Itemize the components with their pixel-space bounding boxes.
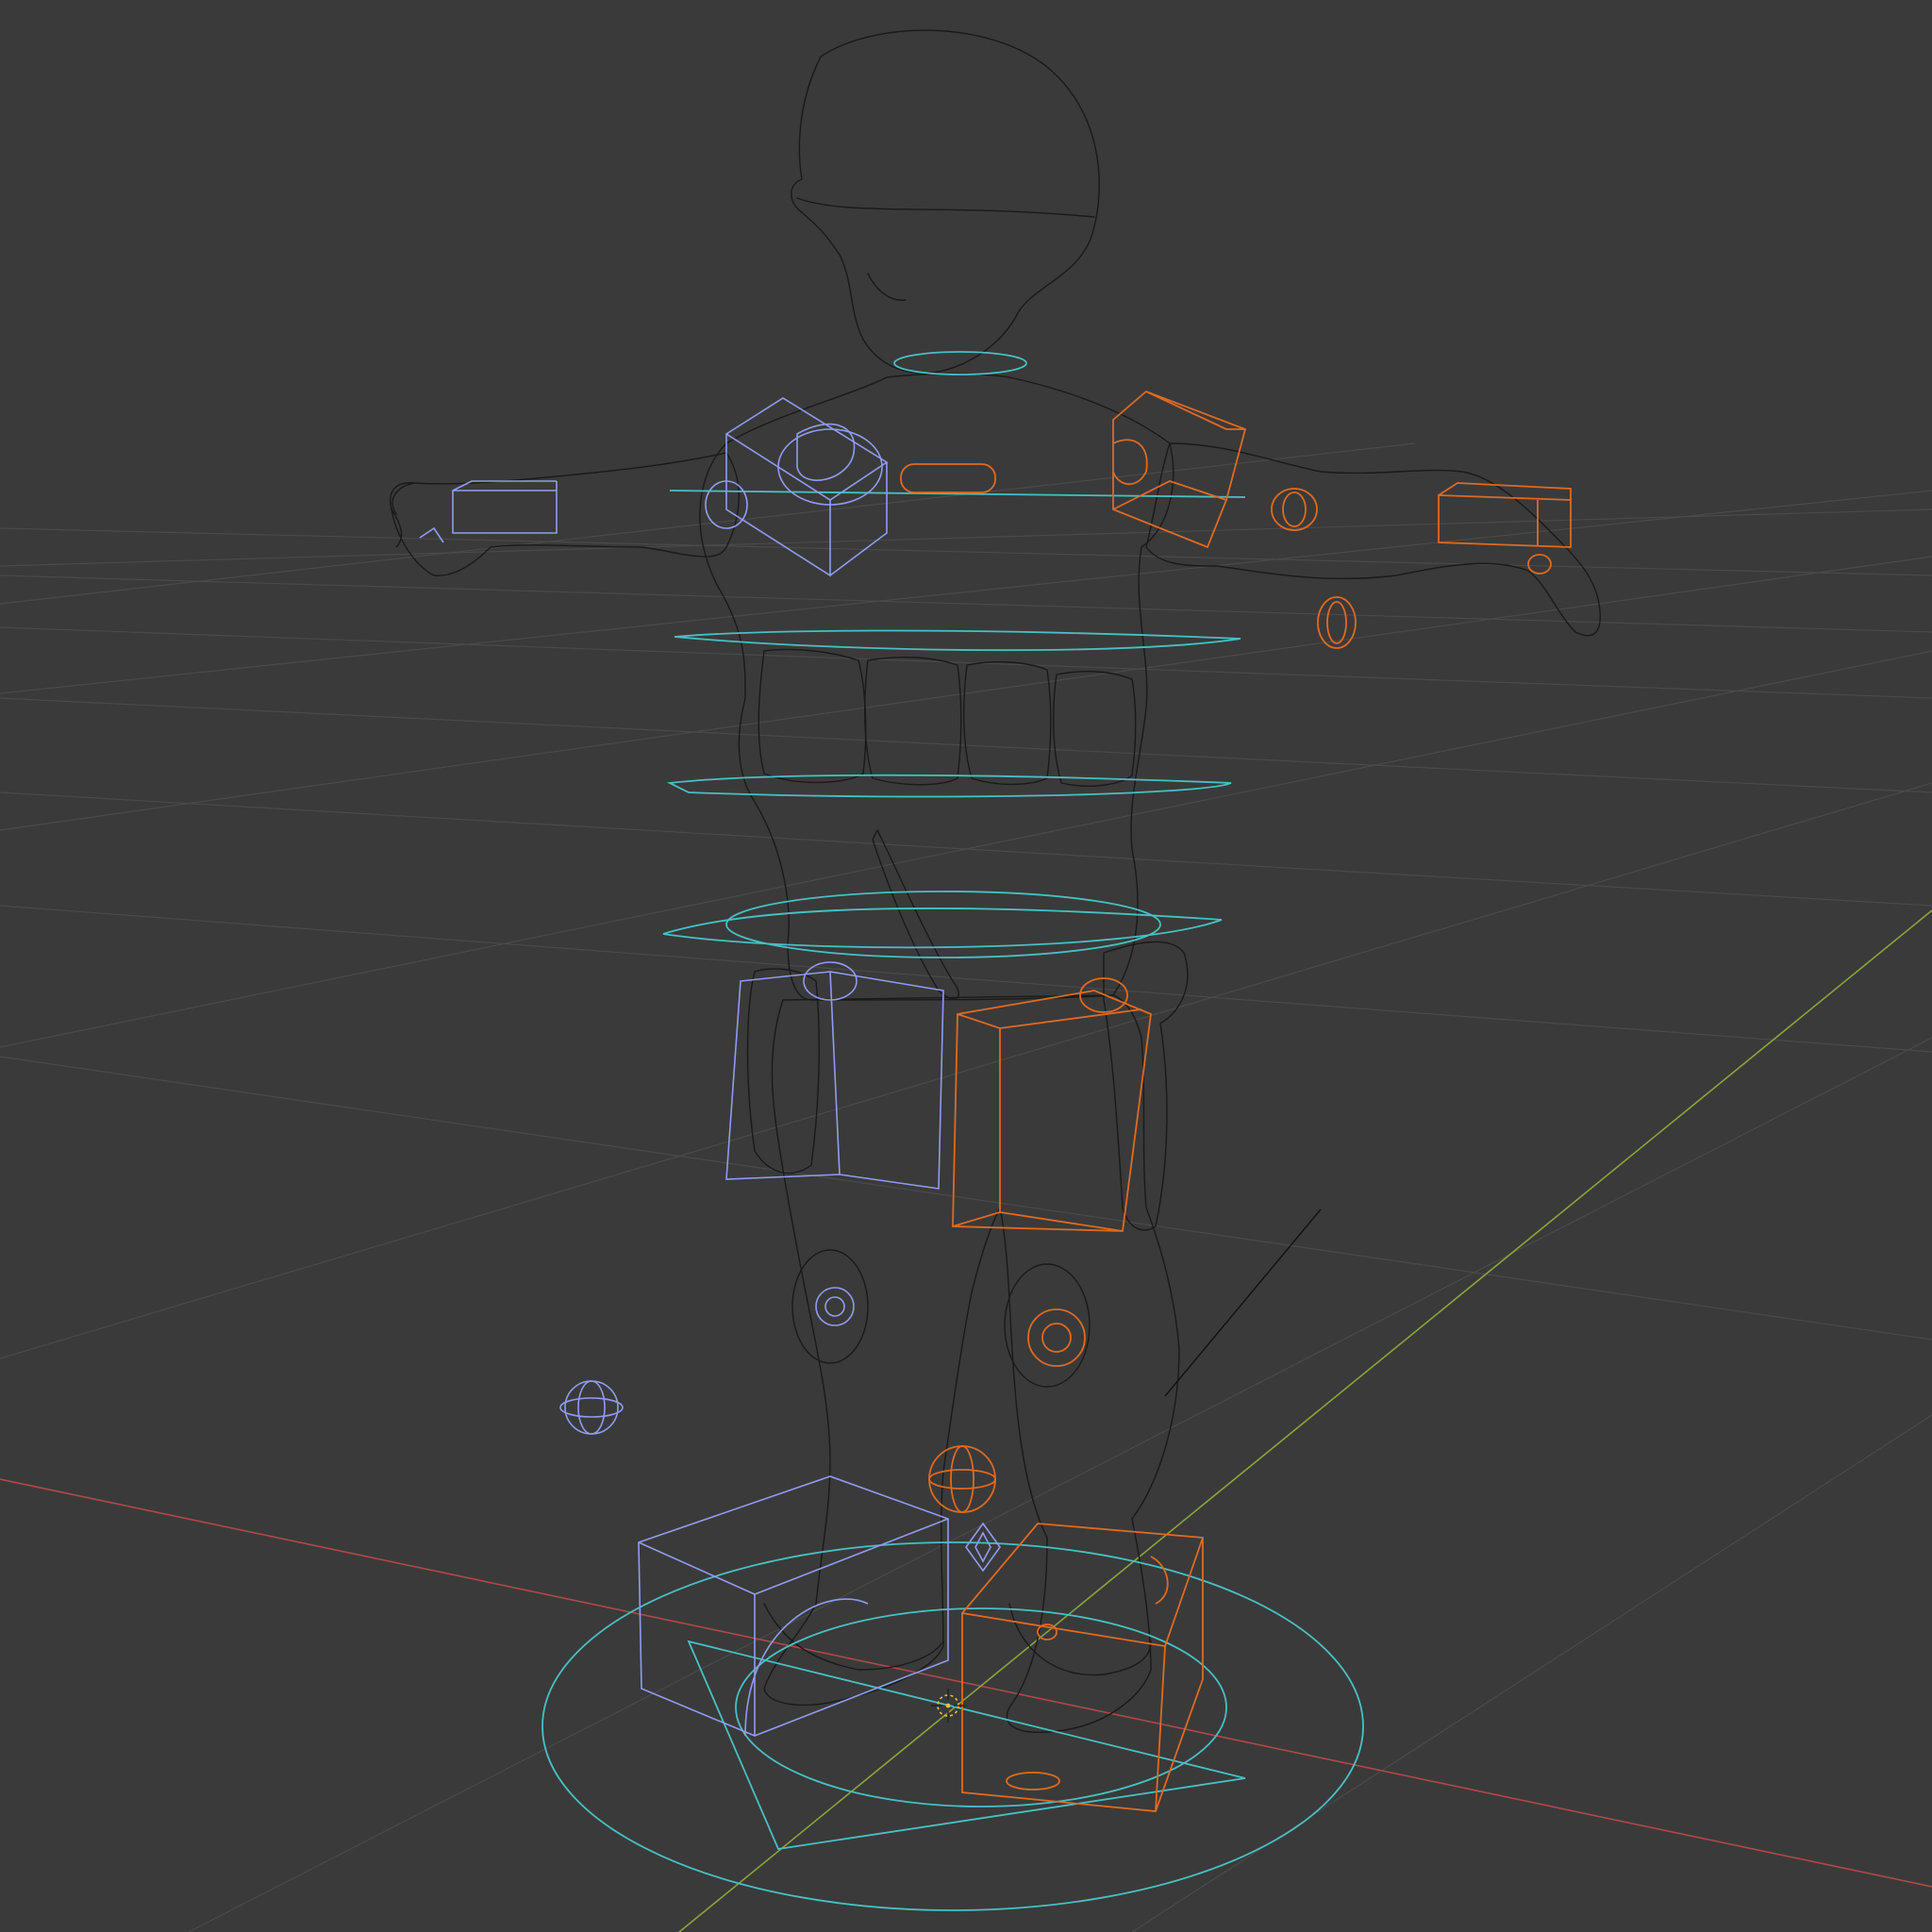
viewport-scene[interactable] (0, 0, 1932, 1932)
hips-control[interactable] (662, 908, 1223, 949)
floor-grid (0, 442, 1932, 1932)
knee-right-pole-sphere[interactable] (928, 1445, 996, 1513)
x-axis-line (0, 1478, 1932, 1888)
torso-mesh (699, 373, 1174, 1001)
y-axis-line (678, 909, 1932, 1932)
elbow-left-pole[interactable] (559, 1380, 624, 1435)
3d-cursor-icon[interactable] (931, 1689, 965, 1723)
ik-relation-line (1164, 1208, 1322, 1397)
neck-control[interactable] (893, 351, 1027, 375)
root-direction-control[interactable] (687, 1640, 1246, 1850)
root-control[interactable] (541, 1541, 1364, 1911)
foot-left-control[interactable] (638, 1475, 949, 1737)
elbow-right-marker[interactable] (1271, 488, 1318, 531)
spine-lower-control[interactable] (666, 774, 1232, 798)
3d-viewport[interactable] (0, 0, 1932, 1932)
left-side-controls[interactable] (419, 397, 949, 1737)
wrist-left-control[interactable] (452, 480, 558, 534)
knee-right-pole[interactable] (1027, 1308, 1086, 1367)
legs-mesh (763, 994, 1180, 1733)
spine-upper-control[interactable] (674, 629, 1241, 652)
left-arm-mesh (1145, 442, 1601, 637)
head-mesh (791, 29, 1100, 375)
clavicle-right-control[interactable] (900, 463, 996, 493)
shoulder-right-control[interactable] (1112, 390, 1247, 549)
root-inner-control[interactable] (735, 1607, 1227, 1807)
center-controls[interactable] (541, 351, 1364, 1911)
foot-right-control[interactable] (961, 1523, 1204, 1812)
chest-control[interactable] (669, 490, 1246, 498)
knee-left-pole[interactable] (815, 1287, 855, 1326)
wrist-right-control[interactable] (1438, 482, 1572, 548)
right-arm-mesh (390, 452, 740, 576)
